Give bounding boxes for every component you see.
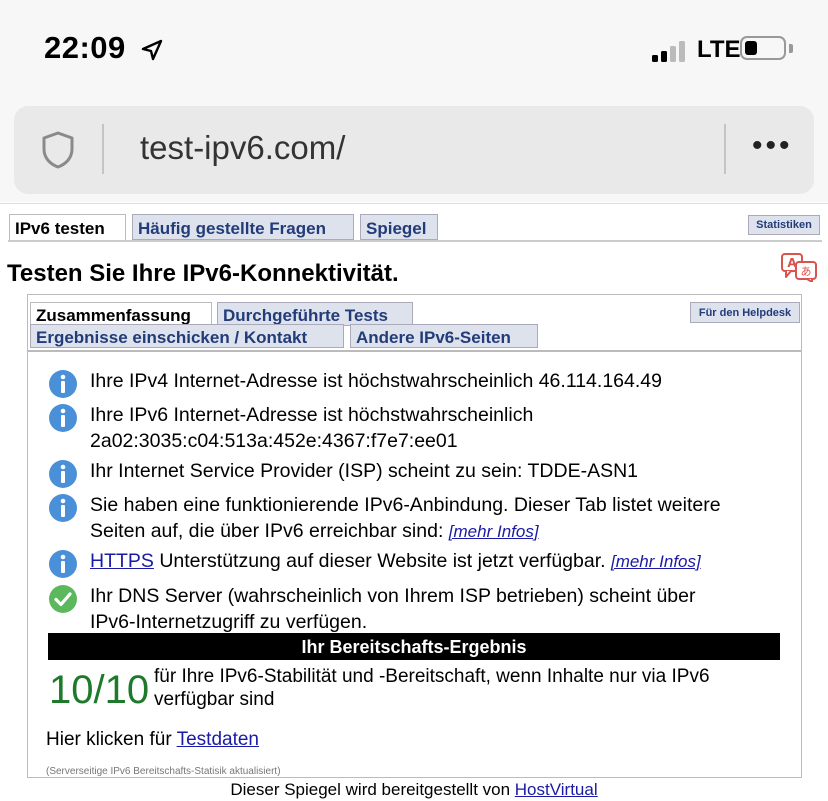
network-type: LTE (697, 36, 741, 63)
ipv6-conn-text: Sie haben eine funktionierende IPv6-Anbi… (90, 494, 721, 516)
page-title: Testen Sie Ihre IPv6-Konnektivität. (7, 260, 399, 287)
checkmark-icon (49, 585, 77, 613)
translate-icon[interactable]: A あ (780, 252, 818, 282)
info-icon (49, 494, 77, 522)
ipv6-conn-text-2: Seiten auf, die über IPv6 erreichbar sin… (90, 520, 444, 542)
status-bar: 22:09 LTE (0, 0, 828, 100)
readiness-header: Ihr Bereitschafts-Ergebnis (48, 633, 780, 660)
tab-helpdesk[interactable]: Für den Helpdesk (690, 302, 800, 323)
info-icon (49, 460, 77, 488)
battery-icon (740, 36, 786, 60)
browser-toolbar: test-ipv6.com/ ••• (0, 100, 828, 202)
tab-submit-contact[interactable]: Ergebnisse einschicken / Kontakt (30, 324, 344, 348)
hostvirtual-link[interactable]: HostVirtual (515, 780, 598, 799)
ipv4-text: Ihre IPv4 Internet-Adresse ist höchstwah… (90, 370, 662, 392)
signal-strength-icon (652, 38, 692, 62)
location-arrow-icon (141, 39, 163, 61)
clock: 22:09 (44, 30, 126, 65)
battery-tip (789, 44, 793, 53)
info-icon (49, 370, 77, 398)
dns-text: Ihr DNS Server (wahrscheinlich von Ihrem… (90, 585, 696, 607)
server-note: (Serverseitige IPv6 Bereitschafts-Statis… (46, 766, 281, 777)
web-page: IPv6 testen Häufig gestellte Fragen Spie… (0, 203, 828, 801)
shield-icon[interactable] (38, 130, 78, 170)
tab-mirror[interactable]: Spiegel (360, 214, 438, 240)
tab-other-ipv6-sites[interactable]: Andere IPv6-Seiten (350, 324, 538, 348)
separator (102, 124, 104, 174)
https-link[interactable]: HTTPS (90, 550, 154, 572)
tab-ipv6-test[interactable]: IPv6 testen (9, 214, 126, 240)
info-icon (49, 404, 77, 432)
isp-text: Ihr Internet Service Provider (ISP) sche… (90, 460, 639, 482)
tab-divider (28, 350, 801, 352)
address-bar[interactable]: test-ipv6.com/ ••• (14, 106, 814, 194)
info-icon (49, 550, 77, 578)
more-info-link[interactable]: [mehr Infos] (449, 522, 539, 541)
footer-text: Dieser Spiegel wird bereitgestellt von (230, 780, 515, 799)
results-panel: Zusammenfassung Durchgeführte Tests Für … (27, 294, 802, 778)
dns-text-2: IPv6-Internetzugriff zu verfügen. (90, 611, 368, 633)
click-text: Hier klicken für (46, 729, 177, 750)
svg-text:あ: あ (801, 265, 812, 278)
more-menu-button[interactable]: ••• (752, 131, 793, 161)
ipv6-text: Ihre IPv6 Internet-Adresse ist höchstwah… (90, 404, 534, 426)
tab-statistics[interactable]: Statistiken (748, 215, 820, 235)
testdata-row: Hier klicken für Testdaten (46, 729, 259, 751)
separator (724, 124, 726, 174)
tab-tests[interactable]: Durchgeführte Tests (217, 302, 413, 326)
ipv6-address: 2a02:3035:c04:513a:452e:4367:f7e7:ee01 (90, 430, 458, 452)
tab-summary[interactable]: Zusammenfassung (30, 302, 212, 326)
more-info-link-2[interactable]: [mehr Infos] (611, 552, 701, 571)
readiness-text: für Ihre IPv6-Stabilität und -Bereitscha… (154, 666, 710, 710)
readiness-score: 10/10 (49, 668, 150, 712)
tab-divider (8, 240, 822, 242)
https-text: Unterstützung auf dieser Website ist jet… (153, 550, 606, 572)
footer: Dieser Spiegel wird bereitgestellt von H… (0, 780, 828, 800)
testdata-link[interactable]: Testdaten (177, 729, 259, 750)
url-text[interactable]: test-ipv6.com/ (140, 129, 345, 167)
tab-faq[interactable]: Häufig gestellte Fragen (132, 214, 354, 240)
